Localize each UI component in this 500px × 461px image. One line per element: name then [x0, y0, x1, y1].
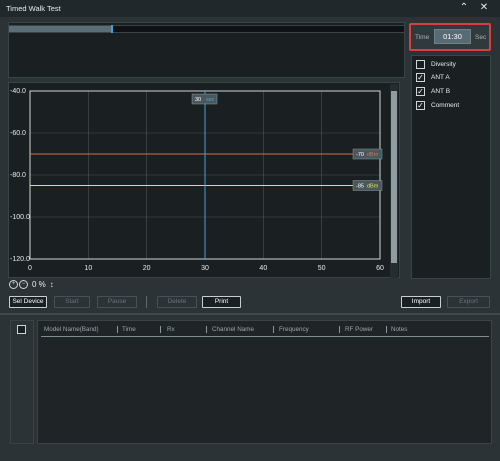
collapse-icon[interactable]: ⌃ — [457, 1, 471, 15]
x-tick-label: 20 — [143, 265, 151, 272]
x-tick-label: 40 — [259, 265, 267, 272]
y-tick-label: -120.0 — [10, 256, 30, 263]
column-header[interactable]: Channel Name — [212, 326, 254, 333]
option-comment[interactable]: ✓ Comment — [416, 100, 459, 111]
comment-checkbox[interactable]: ✓ — [416, 101, 425, 110]
section-divider — [0, 313, 500, 315]
pause-button[interactable]: Pause — [97, 296, 137, 308]
options-panel: Diversity ✓ ANT A ✓ ANT B ✓ Comment — [411, 55, 491, 279]
time-label: Time — [415, 34, 430, 41]
column-separator — [386, 326, 387, 333]
y-tick-label: -100.0 — [10, 214, 30, 221]
window-title: Timed Walk Test — [6, 4, 61, 13]
progress-marker — [110, 25, 113, 33]
export-button[interactable]: Export — [447, 296, 490, 308]
x-tick-label: 60 — [376, 265, 384, 272]
column-separator — [206, 326, 207, 333]
column-separator — [160, 326, 161, 333]
progress-fill — [9, 26, 112, 32]
x-tick-label: 10 — [84, 265, 92, 272]
series-unit-label: dBm — [367, 152, 379, 158]
ant-b-checkbox[interactable]: ✓ — [416, 87, 425, 96]
column-header[interactable]: Frequency — [279, 326, 309, 333]
zoom-out-icon[interactable]: − — [19, 280, 28, 289]
delete-button[interactable]: Delete — [157, 296, 197, 308]
column-header[interactable]: Rx — [167, 326, 175, 333]
chart-scrollbar-thumb[interactable] — [391, 91, 397, 263]
start-button[interactable]: Start — [54, 296, 90, 308]
cursor-unit-label: sec — [206, 97, 215, 103]
column-separator — [117, 326, 118, 333]
column-header[interactable]: Notes — [391, 326, 407, 333]
option-ant-b[interactable]: ✓ ANT B — [416, 86, 450, 97]
x-tick-label: 0 — [28, 265, 32, 272]
time-box: Time 01:30 Sec — [409, 23, 491, 51]
zoom-controls: + − 0 % ↕ — [9, 279, 54, 290]
zoom-value: 0 % — [32, 280, 46, 289]
fit-vertical-icon[interactable]: ↕ — [50, 280, 54, 289]
x-tick-label: 50 — [318, 265, 326, 272]
close-icon[interactable]: ✕ — [477, 1, 491, 15]
column-header[interactable]: Model Name(Band) — [44, 326, 99, 333]
table-select-column — [10, 320, 34, 444]
rssi-chart[interactable]: 0 10 20 30 40 50 60 -40.0 -60.0 -80.0 -100.0 -120.0… — [9, 83, 391, 279]
y-tick-label: -80.0 — [10, 172, 26, 179]
time-input[interactable]: 01:30 — [434, 29, 471, 44]
progress-bar — [8, 25, 405, 33]
ant-b-label: ANT B — [431, 88, 451, 95]
column-separator — [339, 326, 340, 333]
option-ant-a[interactable]: ✓ ANT A — [416, 72, 450, 83]
diversity-label: Diversity — [431, 61, 456, 68]
time-unit: Sec — [475, 34, 487, 41]
select-all-checkbox[interactable] — [17, 325, 26, 334]
chart-panel: 0 10 20 30 40 50 60 -40.0 -60.0 -80.0 -100.0 -120.0… — [8, 82, 400, 278]
y-tick-label: -60.0 — [10, 130, 26, 137]
comment-label: Comment — [431, 102, 460, 109]
toolbar-divider — [146, 296, 147, 308]
import-button[interactable]: Import — [401, 296, 441, 308]
column-header[interactable]: Time — [122, 326, 136, 333]
column-separator — [273, 326, 274, 333]
ant-a-checkbox[interactable]: ✓ — [416, 73, 425, 82]
option-diversity[interactable]: Diversity — [416, 59, 456, 70]
zoom-in-icon[interactable]: + — [9, 280, 18, 289]
results-table[interactable]: Model Name(Band) Time Rx Channel Name Fr… — [37, 320, 492, 444]
column-header[interactable]: RF Power — [345, 326, 373, 333]
series-unit-label: dBm — [367, 184, 379, 190]
y-tick-label: -40.0 — [10, 88, 26, 95]
diversity-checkbox[interactable] — [416, 60, 425, 69]
title-bar: Timed Walk Test ⌃ ✕ — [0, 0, 500, 17]
print-button[interactable]: Print — [202, 296, 241, 308]
series-value-label: -85 — [356, 184, 364, 190]
series-value-label: -70 — [356, 152, 364, 158]
ant-a-label: ANT A — [431, 74, 450, 81]
table-header-rule — [41, 336, 489, 337]
sel-device-button[interactable]: Sel Device — [9, 296, 47, 308]
cursor-value-label: 30 — [195, 97, 201, 103]
x-tick-label: 30 — [201, 265, 209, 272]
chart-scrollbar[interactable] — [390, 84, 398, 278]
